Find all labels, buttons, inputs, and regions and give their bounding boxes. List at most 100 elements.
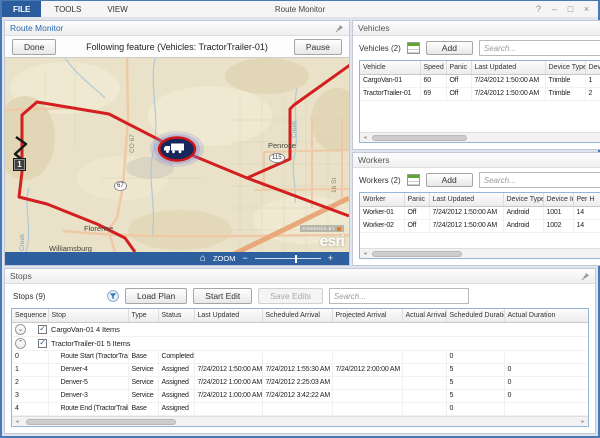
check-icon: ✓ [39,325,46,333]
zoom-label: ZOOM [213,254,236,263]
panel-title: Stops [10,271,32,281]
column-header[interactable]: Panic [404,193,429,206]
menu-view[interactable]: VIEW [94,1,140,17]
workers-search-input[interactable] [479,172,600,188]
table-row[interactable]: 0Route Start (TractorTrailer-01)BaseComp… [12,350,589,363]
column-header[interactable]: Status [158,309,194,322]
pin-icon[interactable] [335,24,344,33]
load-plan-button[interactable]: Load Plan [125,288,187,304]
pin-icon[interactable] [581,272,590,281]
start-edit-button[interactable]: Start Edit [193,288,252,304]
group-checkbox[interactable]: ✓ [38,339,47,348]
scroll-left-icon[interactable]: ◂ [12,418,22,425]
powered-by-label: POWERED BY [303,226,335,231]
grid-icon[interactable] [407,174,420,186]
column-header[interactable]: Sequence [12,309,48,322]
creek-label-left: Creek [19,234,26,251]
column-header[interactable]: Panic [446,61,471,74]
done-button[interactable]: Done [12,39,56,55]
group-row[interactable]: ⌃ ✓ TractorTrailer-01 5 Items [12,336,589,350]
scrollbar-thumb[interactable] [372,251,462,257]
group-row[interactable]: ⌄ ✓ CargoVan-01 4 Items [12,322,589,336]
esri-logo-dot [337,227,341,231]
column-header[interactable]: Last Updated [429,193,503,206]
scrollbar-thumb[interactable] [26,419,176,425]
zoom-slider[interactable] [255,258,321,259]
home-icon[interactable]: ⌂ [200,254,206,264]
horizontal-scrollbar[interactable]: ◂ ▸ [360,248,600,258]
column-header[interactable]: Scheduled Arrival [262,309,332,322]
map-canvas[interactable]: Penrose Florence Williamsburg 67 115 CO … [5,58,349,252]
scroll-left-icon[interactable]: ◂ [360,134,370,141]
workers-count: Workers (2) [359,176,401,185]
table-row[interactable]: TractorTrailer-0169Off7/24/2012 1:50:00 … [360,87,600,100]
grid-icon[interactable] [407,42,420,54]
horizontal-scrollbar[interactable]: ◂ ▸ [12,416,588,426]
table-row[interactable]: CargoVan-0160Off7/24/2012 1:50:00 AMTrim… [360,74,600,87]
esri-logo: POWERED BY esri [300,217,344,249]
column-header[interactable]: Scheduled Duration [446,309,504,322]
title-bar: Route Monitor FILE TOOLS VIEW ? – □ × [2,1,598,18]
column-header[interactable]: Worker [360,193,404,206]
column-header[interactable]: Last Updated [471,61,545,74]
column-header[interactable]: Device Id [543,193,573,206]
map-graphics [5,58,349,252]
column-header[interactable]: Actual Duration [504,309,589,322]
stops-table: Sequence Stop Type Status Last Updated S… [11,308,589,427]
stops-header-row: Sequence Stop Type Status Last Updated S… [12,309,589,322]
chevron-up-icon[interactable]: ⌃ [15,338,26,349]
column-header[interactable]: Actual Arrival [402,309,446,322]
zoom-out-button[interactable]: − [242,254,247,263]
vehicles-count: Vehicles (2) [359,44,401,53]
city-label-florence: Florence [84,224,113,233]
table-row[interactable]: Worker-01Off7/24/2012 1:50:00 AMAndroid1… [360,206,600,219]
table-row[interactable]: 4Route End (TractorTrailer-01)BaseAssign… [12,402,589,415]
table-row[interactable]: Worker-02Off7/24/2012 1:50:00 AMAndroid1… [360,219,600,232]
pause-button[interactable]: Pause [294,39,342,55]
vehicles-search-input[interactable] [479,40,600,56]
stops-count: Stops (9) [13,292,101,301]
stops-search-input[interactable] [329,288,469,304]
vehicles-table: Vehicle Speed Panic Last Updated Device … [359,60,600,143]
zoom-slider-handle[interactable] [295,255,298,263]
panel-title: Workers [358,155,390,165]
column-header[interactable]: Per H [573,193,600,206]
close-button[interactable]: × [580,4,593,14]
column-header[interactable]: Last Updated [194,309,262,322]
table-row[interactable]: 1Denver-4ServiceAssigned7/24/2012 1:50:0… [12,363,589,376]
help-button[interactable]: ? [532,4,545,14]
column-header[interactable]: Vehicle [360,61,420,74]
horizontal-scrollbar[interactable]: ◂ ▸ [360,132,600,142]
scroll-left-icon[interactable]: ◂ [360,250,370,257]
minimize-button[interactable]: – [548,4,561,14]
menu-file[interactable]: FILE [2,1,41,17]
route-monitor-panel: Route Monitor Following feature (Vehicle… [4,20,350,266]
menu-tools[interactable]: TOOLS [41,1,94,17]
table-row[interactable]: 2Denver-5ServiceAssigned7/24/2012 1:00:0… [12,376,589,389]
column-header[interactable]: Projected Arrival [332,309,402,322]
vehicle-marker[interactable] [150,131,204,167]
workers-header-row: Worker Panic Last Updated Device Type De… [360,193,600,206]
column-header[interactable]: Device Type [545,61,585,74]
scroll-right-icon[interactable]: ▸ [578,418,588,425]
add-worker-button[interactable]: Add [426,173,473,187]
column-header[interactable]: Stop [48,309,128,322]
zoom-in-button[interactable]: + [328,254,333,263]
map-zoom-bar: ⌂ ZOOM − + [5,252,349,265]
vehicles-header-row: Vehicle Speed Panic Last Updated Device … [360,61,600,74]
group-label: TractorTrailer-01 5 Items [51,339,130,348]
filter-icon[interactable] [107,290,119,302]
add-vehicle-button[interactable]: Add [426,41,473,55]
column-header[interactable]: Speed [420,61,446,74]
stops-panel: Stops Stops (9) Load Plan Start Edit Sav… [4,268,596,434]
maximize-button[interactable]: □ [564,4,577,14]
table-row[interactable]: 3Denver-3ServiceAssigned7/24/2012 1:00:0… [12,389,589,402]
stop-marker-1[interactable]: 1 [13,158,26,171]
column-header[interactable]: Device Type [503,193,543,206]
workers-panel: Workers Workers (2) Add [352,152,600,266]
column-header[interactable]: Device Id [585,61,600,74]
chevron-down-icon[interactable]: ⌄ [15,324,26,335]
group-checkbox[interactable]: ✓ [38,325,47,334]
column-header[interactable]: Type [128,309,158,322]
scrollbar-thumb[interactable] [372,135,467,141]
